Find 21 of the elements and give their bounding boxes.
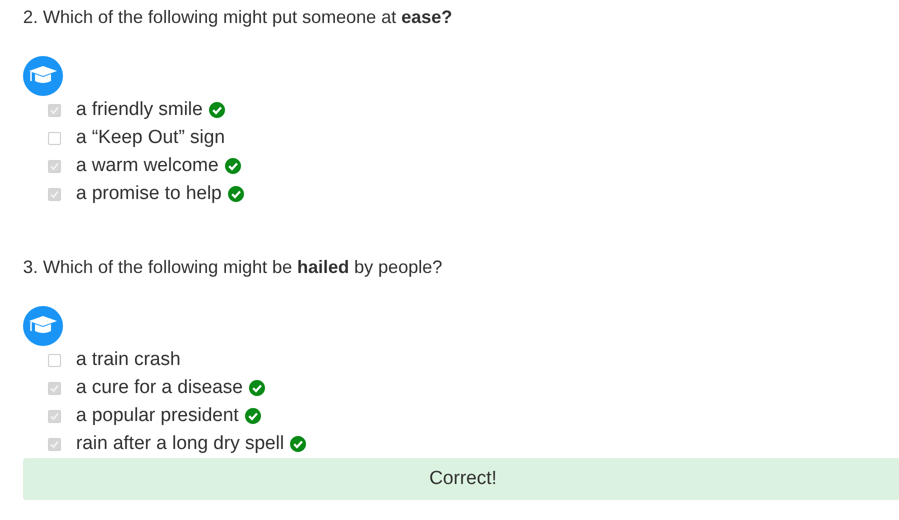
graduation-cap-icon: [23, 306, 63, 346]
question-text: 3. Which of the following might be hailed by people?: [23, 256, 444, 279]
checkbox[interactable]: [48, 104, 61, 116]
question-text: 2. Which of the following might put someone at ease?: [23, 6, 454, 29]
checkbox[interactable]: [48, 132, 61, 144]
checkbox[interactable]: [48, 160, 61, 172]
graduation-cap-icon: [23, 56, 63, 96]
option-label: a train crash: [76, 348, 181, 372]
option-label: a “Keep Out” sign: [76, 126, 225, 150]
option-label: a popular president: [76, 404, 239, 428]
option-label: a warm welcome: [76, 154, 219, 178]
feedback-banner: Correct!: [23, 458, 899, 500]
option-label: a cure for a disease: [76, 376, 243, 400]
checkbox[interactable]: [48, 382, 61, 394]
option-label: a promise to help: [76, 182, 222, 206]
checkbox[interactable]: [48, 438, 61, 450]
option-label: rain after a long dry spell: [76, 432, 284, 456]
checkbox[interactable]: [48, 354, 61, 366]
checkbox[interactable]: [48, 410, 61, 422]
option-label: a friendly smile: [76, 98, 203, 122]
checkbox[interactable]: [48, 188, 61, 200]
